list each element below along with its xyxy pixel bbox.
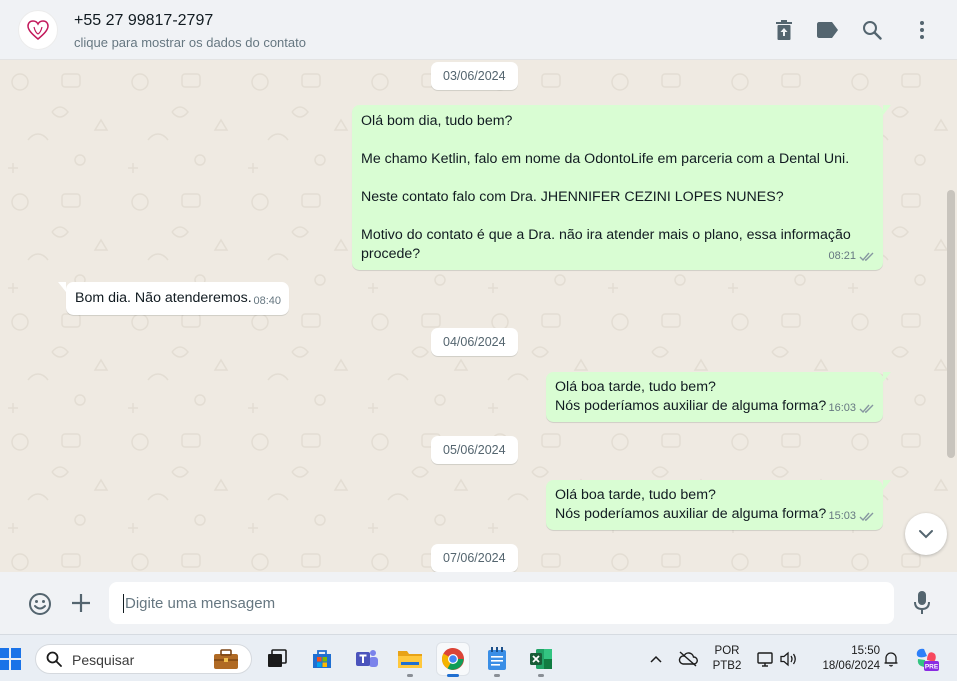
notification-bell-icon[interactable] <box>875 643 907 675</box>
message-time: 16:03 <box>828 402 856 414</box>
date-chip: 03/06/2024 <box>431 62 518 90</box>
message-time: 08:21 <box>828 250 856 262</box>
avatar[interactable] <box>18 10 58 50</box>
windows-taskbar: Pesquisar POR PTB2 15:50 18/06/2024 PRE <box>0 634 957 681</box>
copilot-icon[interactable]: PRE <box>910 643 942 675</box>
incoming-message[interactable]: Bom dia. Não atenderemos. 08:40 <box>58 282 289 315</box>
task-view-icon[interactable] <box>261 643 293 675</box>
microsoft-store-icon[interactable] <box>306 643 338 675</box>
message-line: procede? <box>361 246 421 262</box>
clock-date: 18/06/2024 <box>822 660 880 672</box>
date-chip: 05/06/2024 <box>431 436 518 464</box>
search-icon <box>46 651 62 667</box>
file-explorer-icon[interactable] <box>394 643 426 675</box>
chat-scrollbar[interactable] <box>947 190 955 458</box>
date-chip: 07/06/2024 <box>431 544 518 572</box>
message-line: Olá bom dia, tudo bem? <box>361 113 513 129</box>
whatsapp-window: +55 27 99817-2797 clique para mostrar os… <box>0 0 957 681</box>
odontolife-logo <box>27 20 49 40</box>
text-caret <box>123 594 124 613</box>
label-icon[interactable] <box>816 18 840 42</box>
message-line: Bom dia. Não atenderemos. <box>75 290 252 306</box>
conversation-panel[interactable]: 03/06/2024 Olá bom dia, tudo bem? Me cha… <box>0 60 957 572</box>
chevron-up-icon[interactable] <box>640 643 672 675</box>
menu-icon[interactable] <box>910 18 934 42</box>
read-ticks-icon <box>859 404 874 414</box>
taskbar-search[interactable]: Pesquisar <box>35 644 252 674</box>
outgoing-message[interactable]: Olá bom dia, tudo bem? Me chamo Ketlin, … <box>352 105 891 270</box>
chat-header: +55 27 99817-2797 clique para mostrar os… <box>0 0 957 60</box>
read-ticks-icon <box>859 512 874 522</box>
date-chip: 04/06/2024 <box>431 328 518 356</box>
briefcase-icon <box>214 649 238 669</box>
language-code: POR <box>714 645 740 657</box>
chevron-down-icon <box>919 530 933 539</box>
message-line: Motivo do contato é que a Dra. não ira a… <box>361 227 851 243</box>
message-time: 08:40 <box>253 295 281 307</box>
composer-bar <box>0 572 957 634</box>
emoji-icon[interactable] <box>26 590 54 618</box>
message-line: Neste contato falo com Dra. JHENNIFER CE… <box>361 189 784 205</box>
archive-icon[interactable] <box>772 18 796 42</box>
message-line: Olá boa tarde, tudo bem? <box>555 487 716 503</box>
message-line: Me chamo Ketlin, falo em nome da OdontoL… <box>361 151 850 167</box>
excel-icon[interactable] <box>525 643 557 675</box>
message-time: 15:03 <box>828 510 856 522</box>
microphone-icon[interactable] <box>910 589 934 617</box>
volume-icon[interactable] <box>773 643 805 675</box>
contact-subtitle[interactable]: clique para mostrar os dados do contato <box>74 35 306 50</box>
teams-icon[interactable] <box>351 643 383 675</box>
windows-start-icon[interactable] <box>0 643 26 675</box>
chrome-icon[interactable] <box>437 643 469 675</box>
message-line: Nós poderíamos auxiliar de alguma forma? <box>555 506 827 522</box>
message-input[interactable] <box>109 582 894 624</box>
system-clock[interactable]: 15:50 18/06/2024 <box>808 644 880 674</box>
contact-name[interactable]: +55 27 99817-2797 <box>74 12 213 30</box>
search-placeholder: Pesquisar <box>72 652 135 668</box>
message-line: Olá boa tarde, tudo bem? <box>555 379 716 395</box>
keyboard-layout: PTB2 <box>712 660 742 672</box>
read-ticks-icon <box>859 252 874 262</box>
onedrive-offline-icon[interactable] <box>672 643 704 675</box>
outgoing-message[interactable]: Olá boa tarde, tudo bem? Nós poderíamos … <box>546 372 891 422</box>
input-language-indicator[interactable]: POR PTB2 <box>708 644 746 674</box>
clock-time: 15:50 <box>851 645 880 657</box>
search-icon[interactable] <box>860 18 884 42</box>
scroll-to-bottom-button[interactable] <box>905 513 947 555</box>
copilot-badge: PRE <box>925 664 939 671</box>
message-line: Nós poderíamos auxiliar de alguma forma? <box>555 398 827 414</box>
plus-icon[interactable] <box>68 590 94 616</box>
outgoing-message[interactable]: Olá boa tarde, tudo bem? Nós poderíamos … <box>546 480 891 530</box>
notepad-icon[interactable] <box>481 643 513 675</box>
